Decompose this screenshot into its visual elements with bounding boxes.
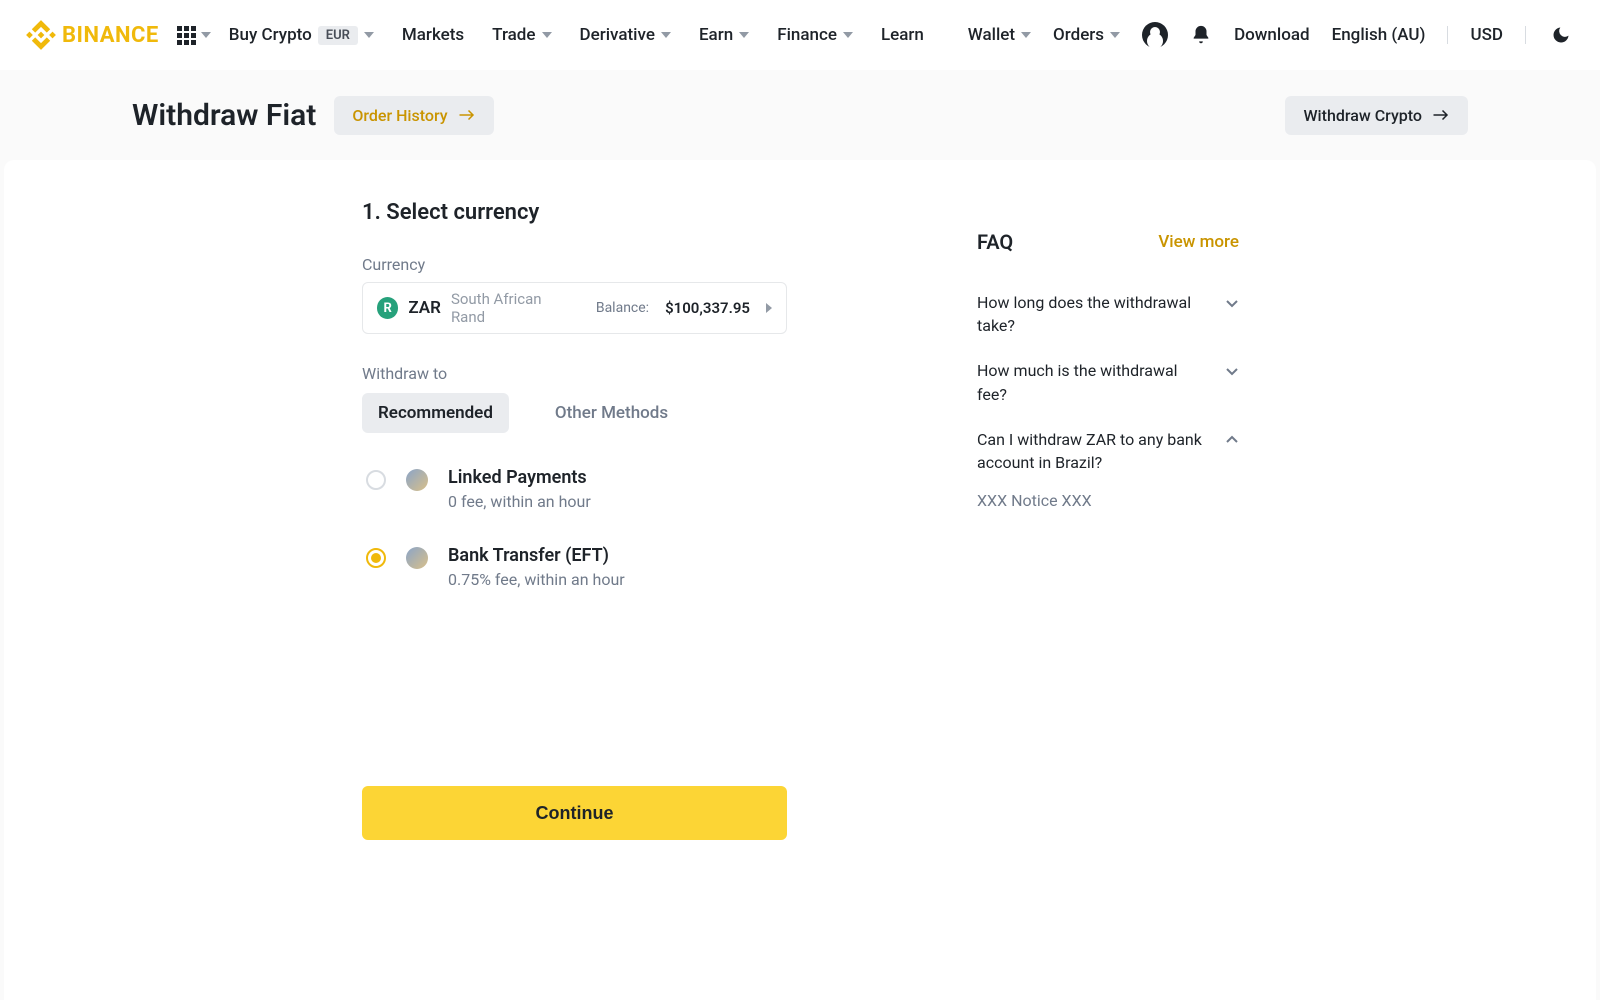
option-title: Linked Payments [448,467,591,488]
nav-fiat-currency[interactable]: USD [1470,25,1503,45]
method-tabs: Recommended Other Methods [362,393,787,433]
withdraw-form: 1. Select currency Currency R ZAR South … [362,200,787,840]
main-card: 1. Select currency Currency R ZAR South … [4,160,1596,1000]
nav-fiat-label: USD [1470,25,1503,45]
nav-wallet-label: Wallet [968,25,1015,45]
currency-code: ZAR [408,298,441,318]
order-history-button[interactable]: Order History [334,96,493,135]
apps-menu[interactable] [177,26,211,45]
faq-notice: XXX Notice XXX [977,485,1239,516]
balance-value: $100,337.95 [665,299,750,317]
caret-down-icon [542,32,552,38]
faq-item[interactable]: How long does the withdrawal take? [977,280,1239,348]
tab-other-methods[interactable]: Other Methods [539,393,684,433]
divider [1525,26,1526,44]
caret-down-icon [201,32,211,38]
chevron-down-icon [1225,295,1239,314]
nav-orders[interactable]: Orders [1053,25,1120,45]
caret-down-icon [661,32,671,38]
notifications[interactable] [1190,24,1212,46]
faq-item[interactable]: How much is the withdrawal fee? [977,348,1239,416]
currency-field-label: Currency [362,255,787,274]
nav-derivative-label: Derivative [580,25,655,45]
arrow-right-icon [1432,108,1450,122]
nav-markets[interactable]: Markets [402,25,464,45]
caret-down-icon [364,32,374,38]
brand-name: BINANCE [62,23,159,48]
currency-name: South African Rand [451,290,576,326]
page-header: Withdraw Fiat Order History Withdraw Cry… [0,70,1600,160]
bank-transfer-icon [406,547,428,569]
apps-grid-icon [177,26,196,45]
nav-wallet[interactable]: Wallet [968,25,1031,45]
nav-left: Buy Crypto EUR Markets Trade Derivative … [229,25,924,45]
nav-derivative[interactable]: Derivative [580,25,671,45]
nav-markets-label: Markets [402,25,464,45]
nav-learn-label: Learn [881,25,924,45]
nav-language[interactable]: English (AU) [1332,25,1426,45]
radio-unselected-icon [366,470,386,490]
order-history-label: Order History [352,106,447,125]
radio-selected-icon [366,548,386,568]
faq-panel: FAQ View more How long does the withdraw… [977,200,1239,840]
nav-trade[interactable]: Trade [492,25,551,45]
brand-logo[interactable]: BINANCE [26,20,159,50]
continue-button[interactable]: Continue [362,786,787,840]
triangle-right-icon [766,303,772,313]
faq-view-more-link[interactable]: View more [1158,232,1239,252]
withdraw-crypto-label: Withdraw Crypto [1303,106,1422,125]
buy-crypto-currency-pill: EUR [318,26,358,45]
bell-icon [1190,24,1212,46]
nav-buy-crypto-label: Buy Crypto [229,25,312,45]
page-title: Withdraw Fiat [132,98,316,133]
faq-title: FAQ [977,230,1013,254]
caret-down-icon [739,32,749,38]
chevron-down-icon [1225,363,1239,382]
nav-earn[interactable]: Earn [699,25,749,45]
option-subtitle: 0 fee, within an hour [448,492,591,511]
nav-finance[interactable]: Finance [777,25,853,45]
chevron-up-icon [1225,432,1239,451]
nav-right: Wallet Orders Download English (AU) USD [968,22,1574,48]
nav-finance-label: Finance [777,25,837,45]
currency-selector[interactable]: R ZAR South African Rand Balance: $100,3… [362,282,787,334]
user-icon [1142,22,1168,48]
binance-logo-icon [26,20,56,50]
faq-item[interactable]: Can I withdraw ZAR to any bank account i… [977,417,1239,485]
moon-icon [1551,25,1571,45]
withdraw-crypto-button[interactable]: Withdraw Crypto [1285,96,1468,135]
nav-trade-label: Trade [492,25,535,45]
faq-question: How much is the withdrawal fee? [977,359,1211,405]
payment-option-linked[interactable]: Linked Payments 0 fee, within an hour [362,455,787,533]
nav-download[interactable]: Download [1234,25,1310,45]
step-title: 1. Select currency [362,200,787,225]
tab-recommended[interactable]: Recommended [362,393,509,433]
nav-earn-label: Earn [699,25,733,45]
withdraw-to-label: Withdraw to [362,364,787,383]
nav-buy-crypto[interactable]: Buy Crypto EUR [229,25,374,45]
faq-question: Can I withdraw ZAR to any bank account i… [977,428,1211,474]
option-title: Bank Transfer (EFT) [448,545,625,566]
caret-down-icon [1110,32,1120,38]
nav-download-label: Download [1234,25,1310,45]
faq-question: How long does the withdrawal take? [977,291,1211,337]
user-menu[interactable] [1142,22,1168,48]
divider [1447,26,1448,44]
nav-learn[interactable]: Learn [881,25,924,45]
option-subtitle: 0.75% fee, within an hour [448,570,625,589]
nav-language-label: English (AU) [1332,25,1426,45]
linked-payments-icon [406,469,428,491]
payment-option-bank-transfer[interactable]: Bank Transfer (EFT) 0.75% fee, within an… [362,533,787,611]
caret-down-icon [1021,32,1031,38]
arrow-right-icon [458,108,476,122]
top-nav: BINANCE Buy Crypto EUR Markets Trade Der… [0,0,1600,70]
currency-badge-icon: R [377,297,398,319]
theme-toggle[interactable] [1548,22,1574,48]
caret-down-icon [843,32,853,38]
nav-orders-label: Orders [1053,25,1104,45]
balance-label: Balance: [596,300,649,316]
